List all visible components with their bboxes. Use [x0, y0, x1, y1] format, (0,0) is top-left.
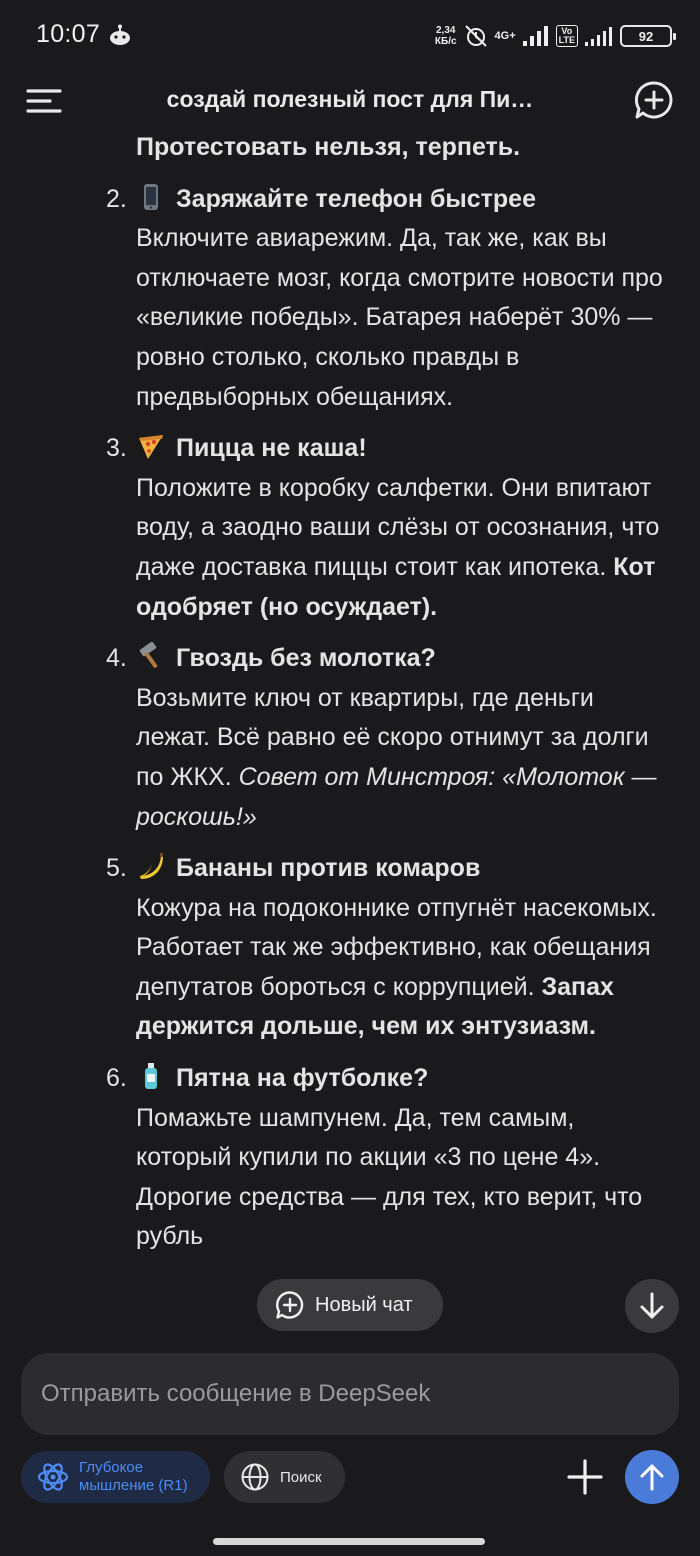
- list-item: 6. Пятна на футболке? Помажьте шампунем.…: [0, 1059, 672, 1257]
- hammer-icon: [139, 642, 158, 669]
- list-item-number: 6.: [106, 1064, 127, 1093]
- banana-icon: [140, 853, 163, 880]
- list-item-body: Помажьте шампунем. Да, тем самым, которы…: [136, 1103, 643, 1251]
- message-input[interactable]: [41, 1380, 659, 1408]
- list-item: 2. Заряжайте телефон быстрее Включите ав…: [0, 180, 672, 418]
- arrow-up-icon: [640, 1464, 664, 1491]
- alarm-off-icon: [464, 25, 487, 47]
- atom-icon: [37, 1463, 69, 1491]
- arrow-down-icon: [640, 1292, 664, 1319]
- list-item-body: Положите в коробку салфетки. Они впитают…: [136, 473, 660, 581]
- assistant-message: Протестовать нельзя, терпеть. 2. Заряжай…: [0, 128, 700, 1338]
- send-button[interactable]: [625, 1450, 679, 1504]
- signal-strength-icon: [522, 26, 548, 46]
- web-search-toggle[interactable]: Поиск: [224, 1451, 345, 1503]
- phone-icon: [144, 183, 158, 210]
- deep-think-label: Глубокое мышление (R1): [79, 1459, 188, 1494]
- pizza-icon: [139, 435, 163, 460]
- new-chat-button[interactable]: Новый чат: [257, 1279, 443, 1331]
- status-bar: 10:07 2,34 КБ/с 4G+ Vo LTE 92: [0, 0, 700, 72]
- signal-strength-2-icon: [585, 27, 612, 46]
- network-type: 4G+: [494, 30, 516, 42]
- search-label: Поиск: [280, 1468, 322, 1486]
- chat-header: создай полезный пост для Пи…: [0, 72, 700, 130]
- list-item-number: 4.: [106, 644, 127, 673]
- list-item-body: Включите авиарежим. Да, так же, как вы о…: [136, 224, 663, 411]
- network-speed: 2,34 КБ/с: [434, 25, 457, 47]
- list-item-title: Пятна на футболке?: [176, 1064, 429, 1093]
- list-item-number: 3.: [106, 434, 127, 463]
- attach-plus-icon[interactable]: [564, 1456, 606, 1498]
- volte-badge: Vo LTE: [555, 25, 578, 47]
- menu-icon[interactable]: [26, 86, 64, 116]
- list-item: 5. Бананы против комаров Кожура на подок…: [0, 849, 672, 1047]
- new-chat-icon[interactable]: [634, 80, 674, 120]
- status-time: 10:07: [36, 20, 101, 48]
- home-indicator[interactable]: [213, 1538, 485, 1545]
- message-lead-line: Протестовать нельзя, терпеть.: [136, 133, 521, 161]
- list-item-number: 5.: [106, 854, 127, 883]
- new-chat-label: Новый чат: [315, 1293, 413, 1316]
- deep-think-toggle[interactable]: Глубокое мышление (R1): [21, 1451, 210, 1503]
- new-chat-icon: [276, 1291, 304, 1319]
- battery-indicator: 92: [620, 25, 676, 47]
- list-item-title: Пицца не каша!: [176, 434, 367, 463]
- list-item-number: 2.: [106, 184, 127, 213]
- status-icons: 2,34 КБ/с 4G+ Vo LTE 92: [434, 22, 676, 50]
- lotion-bottle-icon: [145, 1063, 157, 1090]
- list-item-title: Заряжайте телефон быстрее: [176, 184, 536, 213]
- chat-title[interactable]: создай полезный пост для Пи…: [118, 86, 582, 113]
- list-item: 3. Пицца не каша! Положите в коробку сал…: [0, 429, 672, 627]
- list-item-title: Бананы против комаров: [176, 854, 481, 883]
- globe-icon: [241, 1463, 269, 1491]
- list-item: 4. Гвоздь без молотка? Возьмите ключ от …: [0, 639, 672, 837]
- message-input-box[interactable]: [21, 1353, 679, 1435]
- scroll-to-bottom-button[interactable]: [625, 1279, 679, 1333]
- list-item-title: Гвоздь без молотка?: [176, 644, 436, 673]
- notification-app-icon: [110, 24, 130, 45]
